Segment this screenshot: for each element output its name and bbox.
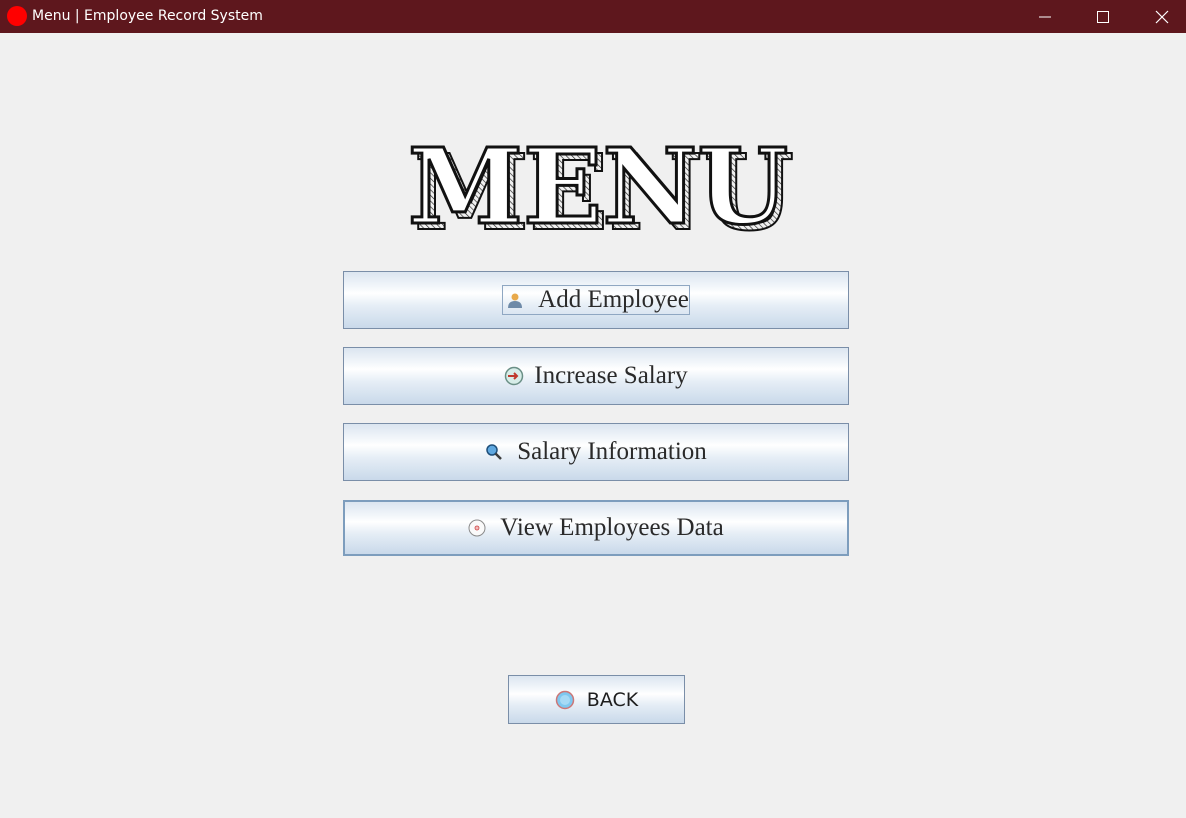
person-icon	[508, 293, 523, 308]
globe-icon	[555, 690, 575, 709]
main-content: MENU MENU Add Employee Increase Salary S…	[0, 33, 1186, 818]
add-employee-button[interactable]: Add Employee	[343, 271, 849, 329]
back-label: BACK	[586, 688, 639, 711]
window-title: Menu | Employee Record System	[32, 8, 263, 24]
increase-salary-button[interactable]: Increase Salary	[343, 347, 849, 405]
salary-information-label: Salary Information	[517, 438, 707, 465]
menu-logo: MENU MENU	[406, 133, 795, 243]
salary-information-button[interactable]: Salary Information	[343, 423, 849, 481]
title-bar: Menu | Employee Record System	[0, 0, 1186, 33]
disc-icon	[468, 519, 486, 537]
close-icon	[1155, 10, 1169, 23]
maximize-button[interactable]	[1080, 0, 1126, 33]
add-employee-label: Add Employee	[538, 286, 689, 313]
close-button[interactable]	[1139, 0, 1185, 33]
view-employees-data-label: View Employees Data	[500, 514, 724, 541]
minimize-icon	[1039, 16, 1051, 17]
back-button[interactable]: BACK	[508, 675, 685, 724]
focus-indicator: Add Employee	[502, 285, 690, 315]
arrow-circle-icon	[505, 366, 524, 386]
svg-text:MENU: MENU	[408, 133, 788, 243]
view-employees-data-button[interactable]: View Employees Data	[343, 500, 849, 556]
magnifier-icon	[486, 444, 503, 460]
increase-salary-label: Increase Salary	[534, 362, 688, 389]
minimize-button[interactable]	[1022, 0, 1068, 33]
app-icon	[7, 6, 27, 26]
maximize-icon	[1097, 10, 1109, 23]
